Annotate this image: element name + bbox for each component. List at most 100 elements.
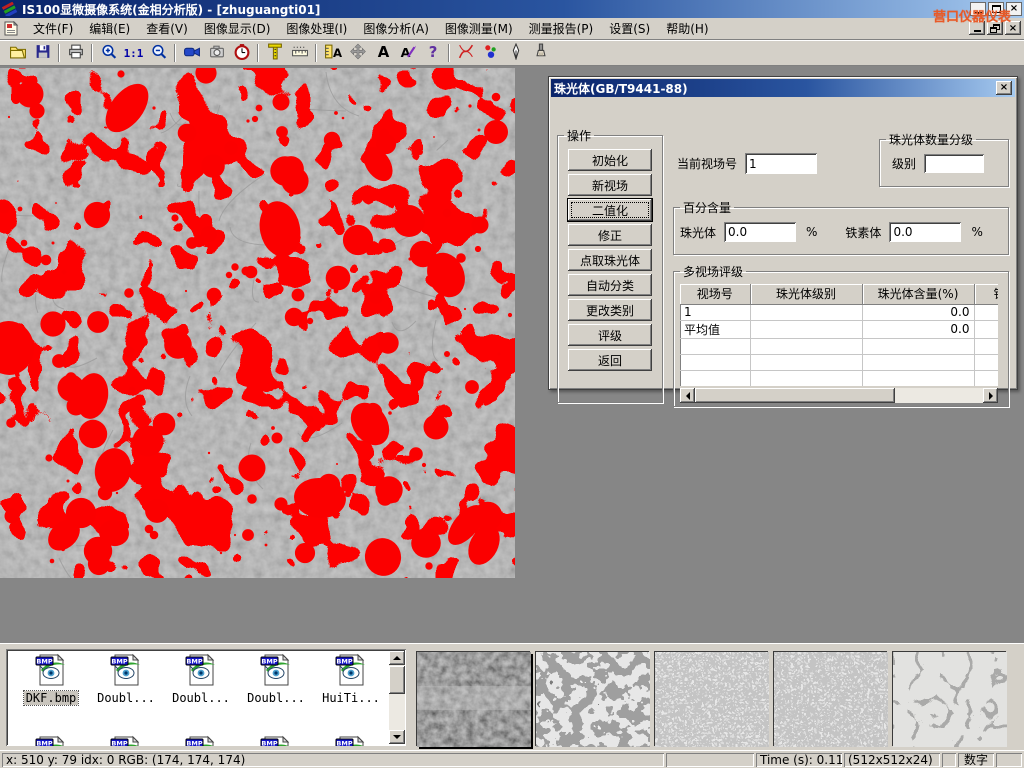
op-button-6[interactable]: 更改类别 [568,299,652,321]
dialog-close-button[interactable]: × [996,81,1012,95]
op-button-5[interactable]: 自动分类 [568,274,652,296]
svg-text:BMP: BMP [336,740,352,747]
toolbar-camera-button[interactable] [204,42,229,64]
menu-item-9[interactable]: 帮助(H) [658,18,716,39]
toolbar-help-button[interactable]: ? [420,42,445,64]
table-cell [862,354,974,370]
file-browser[interactable]: BMP DKF.bmp BMP Doubl... BMP Doubl... BM… [6,649,406,746]
ferrite-percent-sign: % [971,225,982,239]
toolbar-caliper-button[interactable] [262,42,287,64]
ruler-icon [291,43,309,63]
op-button-4[interactable]: 点取珠光体 [568,249,652,271]
table-row-3[interactable] [680,354,998,370]
grade-level-input[interactable] [924,154,984,173]
operation-group-label: 操作 [564,127,594,144]
svg-text:BMP: BMP [111,740,127,747]
hscroll-left-button[interactable] [680,388,695,403]
rating-table[interactable]: 视场号珠光体级别珠光体含量(%)铁素体含量(%)10.0平均值0.0 [680,284,998,386]
thumbnail-4[interactable] [892,651,1006,746]
table-row-1[interactable]: 平均值0.0 [680,320,998,338]
ferrite-percent-input[interactable] [889,222,961,242]
file-name: Doubl... [95,691,157,705]
hscroll-thumb[interactable] [695,388,895,403]
file-item-1[interactable]: BMP Doubl... [89,653,163,705]
document-icon[interactable] [3,21,19,36]
toolbar-measure-text-button[interactable]: A [320,42,345,64]
table-hscrollbar[interactable] [680,388,998,403]
file-item-0[interactable]: BMP DKF.bmp [14,653,88,705]
table-row-0[interactable]: 10.0 [680,304,998,320]
analysis-image[interactable] [0,68,515,578]
dialog-title-bar[interactable]: 珠光体(GB/T9441-88) × [551,79,1015,97]
toolbar-video-camera-button[interactable] [179,42,204,64]
table-col-0: 视场号 [680,284,750,304]
vscroll-thumb[interactable] [389,666,405,694]
op-button-2[interactable]: 二值化 [568,199,652,221]
toolbar-pen-button[interactable] [503,42,528,64]
file-item-2[interactable]: BMP Doubl... [164,653,238,705]
file-item-row2-1[interactable]: BMP [89,735,163,746]
toolbar-curve-button[interactable] [453,42,478,64]
toolbar-print-button[interactable] [63,42,88,64]
file-item-row2-4[interactable]: BMP [314,735,388,746]
file-item-row2-2[interactable]: BMP [164,735,238,746]
file-name: DKF.bmp [24,691,79,705]
text-edit-icon: A [399,43,417,63]
svg-text:BMP: BMP [186,658,202,666]
toolbar-text-edit-button[interactable]: A [395,42,420,64]
op-button-0[interactable]: 初始化 [568,149,652,171]
pearlite-percent-sign: % [806,225,817,239]
thumbnail-0[interactable] [416,651,530,746]
op-button-7[interactable]: 评级 [568,324,652,346]
file-vscrollbar[interactable] [389,651,405,744]
svg-text:BMP: BMP [186,740,202,747]
menu-item-8[interactable]: 设置(S) [601,18,658,39]
file-item-3[interactable]: BMP Doubl... [239,653,313,705]
op-button-8[interactable]: 返回 [568,349,652,371]
op-button-3[interactable]: 修正 [568,224,652,246]
current-field-input[interactable] [745,153,817,174]
pearlite-percent-input[interactable] [724,222,796,242]
toolbar-open-button[interactable] [5,42,30,64]
file-item-row2-0[interactable]: BMP [14,735,88,746]
vscroll-down-button[interactable] [389,730,405,744]
hscroll-right-button[interactable] [983,388,998,403]
table-row-4[interactable] [680,370,998,386]
table-col-1: 珠光体级别 [750,284,862,304]
toolbar-ruler-button[interactable] [287,42,312,64]
table-cell [974,370,998,386]
toolbar-move-button[interactable] [345,42,370,64]
toolbar-text-button[interactable]: A [370,42,395,64]
thumbnail-2[interactable] [654,651,768,746]
vscroll-up-button[interactable] [389,651,405,665]
toolbar-brush-button[interactable] [528,42,553,64]
menu-item-4[interactable]: 图像处理(I) [278,18,355,39]
toolbar-separator [174,44,176,62]
bottom-panel: BMP DKF.bmp BMP Doubl... BMP Doubl... BM… [0,643,1024,750]
menu-item-0[interactable]: 文件(F) [25,18,81,39]
menu-item-7[interactable]: 测量报告(P) [521,18,602,39]
camera-icon [208,43,226,63]
toolbar-timer-button[interactable] [229,42,254,64]
toolbar-zoom-out-button[interactable] [146,42,171,64]
menu-item-6[interactable]: 图像测量(M) [437,18,521,39]
toolbar-particles-button[interactable] [478,42,503,64]
menu-item-3[interactable]: 图像显示(D) [196,18,279,39]
op-button-1[interactable]: 新视场 [568,174,652,196]
thumbnail-1[interactable] [535,651,649,746]
file-item-4[interactable]: BMP HuiTi... [314,653,388,705]
table-cell: 0.0 [862,320,974,338]
table-row-2[interactable] [680,338,998,354]
toolbar-save-button[interactable] [30,42,55,64]
menu-item-2[interactable]: 查看(V) [138,18,196,39]
thumbnail-3[interactable] [773,651,887,746]
svg-text:?: ? [428,43,437,60]
toolbar-one-to-one-button[interactable]: 1:1 [121,42,146,64]
toolbar-zoom-in-button[interactable] [96,42,121,64]
status-mode: 数字 [958,753,994,767]
menu-item-5[interactable]: 图像分析(A) [355,18,437,39]
file-item-row2-3[interactable]: BMP [239,735,313,746]
menu-item-1[interactable]: 编辑(E) [81,18,138,39]
current-field-label: 当前视场号 [677,155,737,172]
operation-buttons: 初始化新视场二值化修正点取珠光体自动分类更改类别评级返回 [564,149,656,371]
